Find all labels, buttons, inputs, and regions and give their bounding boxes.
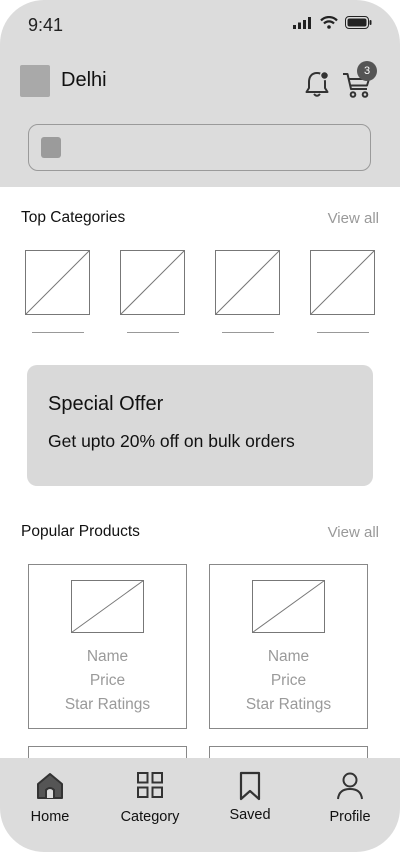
popular-products-view-all-link[interactable]: View all: [328, 524, 379, 541]
location-icon[interactable]: [20, 65, 50, 97]
nav-label: Category: [120, 809, 180, 825]
product-price: Price: [270, 672, 307, 689]
image-placeholder-icon: [252, 580, 325, 633]
nav-item-saved[interactable]: Saved: [200, 758, 300, 852]
nav-label: Saved: [229, 807, 271, 823]
grid-icon: [137, 772, 163, 798]
search-bar[interactable]: [28, 124, 371, 171]
category-item[interactable]: [120, 250, 185, 333]
wifi-icon: [320, 16, 338, 29]
bell-icon[interactable]: [302, 69, 332, 99]
product-price: Price: [89, 672, 126, 689]
category-item[interactable]: [25, 250, 90, 333]
image-placeholder-icon: [215, 250, 280, 315]
battery-icon: [345, 16, 372, 29]
nav-item-category[interactable]: Category: [100, 758, 200, 852]
search-input[interactable]: [73, 133, 363, 163]
image-placeholder-icon: [71, 580, 144, 633]
top-categories-view-all-link[interactable]: View all: [328, 210, 379, 227]
category-item[interactable]: [215, 250, 280, 333]
nav-item-profile[interactable]: Profile: [300, 758, 400, 852]
product-card[interactable]: Name Price Star Ratings: [28, 564, 187, 729]
search-icon: [41, 137, 61, 158]
category-label-placeholder: [126, 332, 179, 333]
bookmark-icon: [239, 771, 261, 801]
nav-label: Profile: [329, 809, 371, 825]
status-time: 9:41: [28, 15, 64, 35]
product-name: Name: [86, 648, 129, 665]
special-offer-banner[interactable]: Special Offer Get upto 20% off on bulk o…: [27, 365, 373, 486]
product-name: Name: [267, 648, 310, 665]
signal-icon: [293, 16, 311, 29]
category-item[interactable]: [310, 250, 375, 333]
product-rating: Star Ratings: [245, 696, 332, 713]
user-icon: [337, 772, 363, 800]
category-label-placeholder: [316, 332, 369, 333]
location-label[interactable]: Delhi: [61, 69, 107, 92]
top-categories-title: Top Categories: [21, 209, 126, 226]
product-rating: Star Ratings: [64, 696, 151, 713]
category-label-placeholder: [221, 332, 274, 333]
nav-label: Home: [30, 809, 70, 825]
header: 9:41 Delhi 3: [0, 0, 400, 187]
nav-item-home[interactable]: Home: [0, 758, 100, 852]
status-icons: [293, 16, 372, 29]
cart-count-badge: 3: [357, 61, 377, 81]
product-card[interactable]: Name Price Star Ratings: [209, 564, 368, 729]
offer-subtitle: Get upto 20% off on bulk orders: [48, 431, 295, 451]
home-icon: [37, 773, 63, 799]
popular-products-title: Popular Products: [21, 523, 140, 540]
phone-screen: 9:41 Delhi 3 Top Categories View all Spe…: [0, 0, 400, 852]
image-placeholder-icon: [25, 250, 90, 315]
image-placeholder-icon: [120, 250, 185, 315]
bottom-nav: Home Category Saved Profile: [0, 758, 400, 852]
category-label-placeholder: [31, 332, 84, 333]
offer-title: Special Offer: [48, 393, 164, 415]
image-placeholder-icon: [310, 250, 375, 315]
